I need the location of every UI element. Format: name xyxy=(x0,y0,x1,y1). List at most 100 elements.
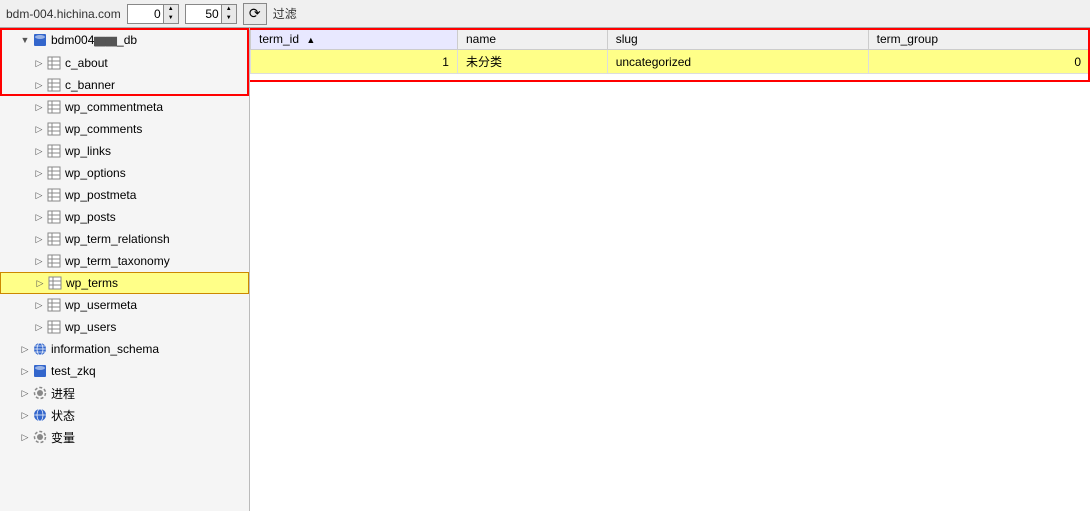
table-icon-c_about xyxy=(46,55,62,71)
sidebar-item-wp_options[interactable]: ▷ wp_options xyxy=(0,162,249,184)
main-content: ▼ bdm004████_db ▷ c_about xyxy=(0,28,1090,511)
table-icon-wp_terms xyxy=(47,275,63,291)
label-test_zkq: test_zkq xyxy=(51,364,96,378)
label-status: 状态 xyxy=(51,407,75,424)
expand-arrow-c_banner: ▷ xyxy=(32,78,46,92)
db-name-label: bdm004████_db xyxy=(51,33,137,47)
offset-input[interactable] xyxy=(128,5,163,23)
table-icon-wp_postmeta xyxy=(46,187,62,203)
cell-slug: uncategorized xyxy=(607,50,868,74)
sidebar-item-wp_commentmeta[interactable]: ▷ wp_commentmeta xyxy=(0,96,249,118)
expand-arrow-wp_comments: ▷ xyxy=(32,122,46,136)
col-term_id-label: term_id xyxy=(259,32,299,46)
sidebar-item-wp_links[interactable]: ▷ wp_links xyxy=(0,140,249,162)
col-name-label: name xyxy=(466,32,496,46)
table-icon-wp_posts xyxy=(46,209,62,225)
label-variables: 变量 xyxy=(51,429,75,446)
table-icon-wp_options xyxy=(46,165,62,181)
filter-label: 过滤 xyxy=(273,5,297,22)
expand-arrow-wp_posts: ▷ xyxy=(32,210,46,224)
expand-arrow-wp_terms: ▷ xyxy=(33,276,47,290)
sidebar-item-wp_comments[interactable]: ▷ wp_comments xyxy=(0,118,249,140)
sidebar-item-variables[interactable]: ▷ 变量 xyxy=(0,426,249,448)
table-row[interactable]: 1 未分类 uncategorized 0 xyxy=(251,50,1090,74)
label-wp_posts: wp_posts xyxy=(65,210,116,224)
table-icon-wp_commentmeta xyxy=(46,99,62,115)
expand-arrow-wp_commentmeta: ▷ xyxy=(32,100,46,114)
sidebar-item-process[interactable]: ▷ 进程 xyxy=(0,382,249,404)
expand-arrow-test_zkq: ▷ xyxy=(18,364,32,378)
label-wp_commentmeta: wp_commentmeta xyxy=(65,100,163,114)
label-process: 进程 xyxy=(51,385,75,402)
cell-name: 未分类 xyxy=(457,50,607,74)
data-panel: term_id ▲ name slug term_group 1 xyxy=(250,28,1090,511)
sidebar-item-wp_posts[interactable]: ▷ wp_posts xyxy=(0,206,249,228)
sidebar-item-test_zkq[interactable]: ▷ test_zkq xyxy=(0,360,249,382)
sidebar-item-status[interactable]: ▷ 状态 xyxy=(0,404,249,426)
table-icon-wp_term_taxonomy xyxy=(46,253,62,269)
expand-arrow-wp_postmeta: ▷ xyxy=(32,188,46,202)
label-wp_users: wp_users xyxy=(65,320,116,334)
expand-arrow-wp_users: ▷ xyxy=(32,320,46,334)
label-wp_links: wp_links xyxy=(65,144,111,158)
offset-spinner-buttons: ▲ ▼ xyxy=(163,5,178,23)
table-icon-wp_users xyxy=(46,319,62,335)
expand-arrow-c_about: ▷ xyxy=(32,56,46,70)
sort-arrow-term_id: ▲ xyxy=(306,35,315,45)
sidebar-item-wp_users[interactable]: ▷ wp_users xyxy=(0,316,249,338)
col-slug-label: slug xyxy=(616,32,638,46)
host-label: bdm-004.hichina.com xyxy=(6,7,121,21)
sidebar-item-wp_term_relationsh[interactable]: ▷ wp_term_relationsh xyxy=(0,228,249,250)
offset-up-button[interactable]: ▲ xyxy=(164,5,178,14)
sidebar-item-c_banner[interactable]: ▷ c_banner xyxy=(0,74,249,96)
label-c_banner: c_banner xyxy=(65,78,115,92)
col-slug[interactable]: slug xyxy=(607,29,868,50)
col-term_group[interactable]: term_group xyxy=(868,29,1089,50)
label-c_about: c_about xyxy=(65,56,108,70)
db-icon xyxy=(32,32,48,48)
table-icon-wp_links xyxy=(46,143,62,159)
sidebar-item-wp_term_taxonomy[interactable]: ▷ wp_term_taxonomy xyxy=(0,250,249,272)
label-wp_term_relationsh: wp_term_relationsh xyxy=(65,232,170,246)
label-wp_postmeta: wp_postmeta xyxy=(65,188,136,202)
expand-arrow-wp_usermeta: ▷ xyxy=(32,298,46,312)
expand-arrow-information_schema: ▷ xyxy=(18,342,32,356)
limit-down-button[interactable]: ▼ xyxy=(222,14,236,23)
expand-arrow-wp_term_taxonomy: ▷ xyxy=(32,254,46,268)
limit-spinner[interactable]: ▲ ▼ xyxy=(185,4,237,24)
cell-term_id: 1 xyxy=(251,50,458,74)
expand-arrow-variables: ▷ xyxy=(18,430,32,444)
table-header-row: term_id ▲ name slug term_group xyxy=(251,29,1090,50)
offset-down-button[interactable]: ▼ xyxy=(164,14,178,23)
sidebar-item-wp_terms[interactable]: ▷ wp_terms xyxy=(0,272,249,294)
db-icon-test_zkq xyxy=(32,363,48,379)
toolbar: bdm-004.hichina.com ▲ ▼ ▲ ▼ ⟳ 过滤 xyxy=(0,0,1090,28)
expand-arrow-wp_term_relationsh: ▷ xyxy=(32,232,46,246)
table-icon-c_banner xyxy=(46,77,62,93)
limit-spinner-buttons: ▲ ▼ xyxy=(221,5,236,23)
expand-arrow-wp_options: ▷ xyxy=(32,166,46,180)
sidebar-item-db-root[interactable]: ▼ bdm004████_db xyxy=(0,28,249,52)
limit-up-button[interactable]: ▲ xyxy=(222,5,236,14)
limit-input[interactable] xyxy=(186,5,221,23)
data-table: term_id ▲ name slug term_group 1 xyxy=(250,28,1090,74)
gear-icon-variables xyxy=(32,429,48,445)
sidebar: ▼ bdm004████_db ▷ c_about xyxy=(0,28,250,511)
label-wp_term_taxonomy: wp_term_taxonomy xyxy=(65,254,170,268)
label-wp_usermeta: wp_usermeta xyxy=(65,298,137,312)
sidebar-item-c_about[interactable]: ▷ c_about xyxy=(0,52,249,74)
sidebar-item-wp_usermeta[interactable]: ▷ wp_usermeta xyxy=(0,294,249,316)
gear-icon-process xyxy=(32,385,48,401)
sidebar-item-information_schema[interactable]: ▷ information_schema xyxy=(0,338,249,360)
col-term_id[interactable]: term_id ▲ xyxy=(251,29,458,50)
expand-arrow-status: ▷ xyxy=(18,408,32,422)
offset-spinner[interactable]: ▲ ▼ xyxy=(127,4,179,24)
cell-term_group: 0 xyxy=(868,50,1089,74)
refresh-button[interactable]: ⟳ xyxy=(243,3,267,25)
label-wp_options: wp_options xyxy=(65,166,126,180)
label-wp_comments: wp_comments xyxy=(65,122,142,136)
expand-arrow-wp_links: ▷ xyxy=(32,144,46,158)
globe-icon-information_schema xyxy=(32,341,48,357)
sidebar-item-wp_postmeta[interactable]: ▷ wp_postmeta xyxy=(0,184,249,206)
col-name[interactable]: name xyxy=(457,29,607,50)
